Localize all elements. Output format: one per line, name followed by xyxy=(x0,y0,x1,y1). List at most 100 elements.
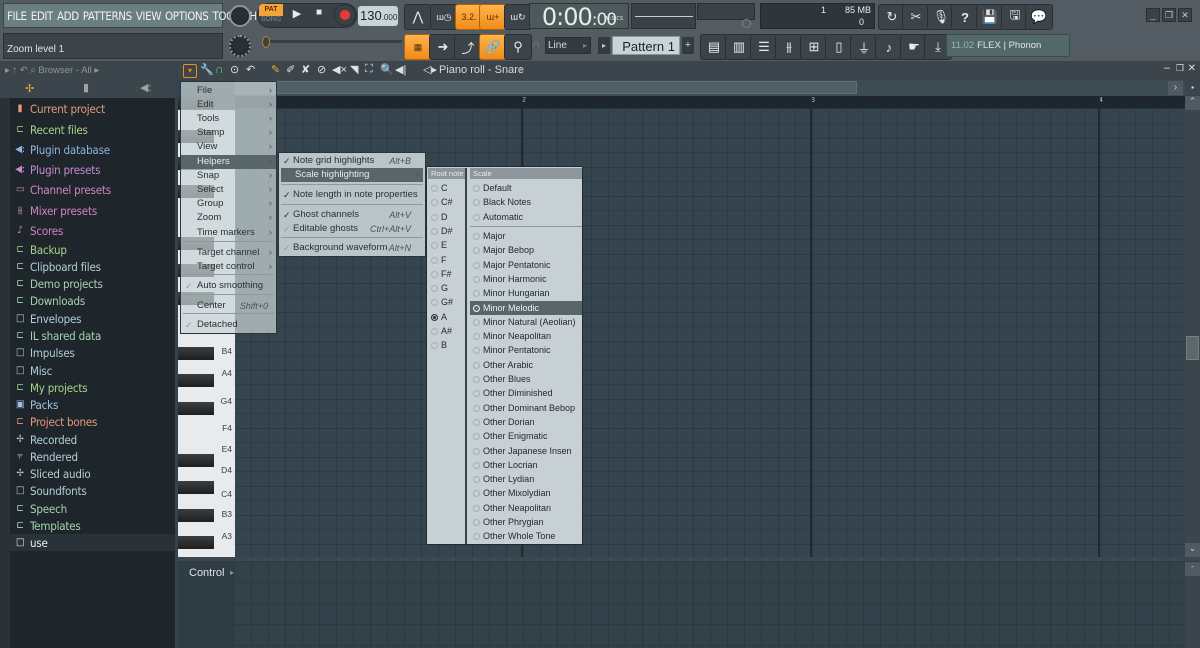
root-note-option[interactable]: A# xyxy=(431,324,452,338)
helper-item-note-grid-highlights[interactable]: ✓ Note grid highlights Alt+B xyxy=(279,154,425,168)
black-key[interactable] xyxy=(178,402,214,415)
mute-tool-icon[interactable]: ⊘ xyxy=(317,63,326,76)
root-note-option[interactable]: C# xyxy=(431,195,453,209)
close-window-icon[interactable]: ✕ xyxy=(1188,63,1196,74)
typing-keyboard-button[interactable]: ⚲ xyxy=(504,34,532,60)
scale-option[interactable]: Minor Melodic xyxy=(470,300,582,315)
wait-for-input-button[interactable]: ɯ◷ xyxy=(430,4,458,30)
menu-item-file[interactable]: File › xyxy=(181,84,276,98)
browser-item[interactable]: □ Misc xyxy=(14,362,52,379)
menu-item-tools[interactable]: Tools › xyxy=(181,112,276,126)
event-scrollbar[interactable]: - xyxy=(1185,562,1200,648)
scale-option[interactable]: Other Diminished xyxy=(470,386,582,400)
black-key[interactable] xyxy=(178,509,214,522)
helper-item-scale-highlighting[interactable]: Scale highlighting › xyxy=(281,168,423,182)
all-files-icon[interactable]: ✢ xyxy=(25,82,34,95)
menu-add[interactable]: ADD xyxy=(57,9,79,23)
playlist-button[interactable]: ▤ xyxy=(700,34,728,60)
magnet-icon[interactable]: ∩ xyxy=(215,62,224,76)
menu-options[interactable]: OPTIONS xyxy=(165,9,209,23)
browser-item[interactable]: ⊏ Clipboard files xyxy=(14,258,101,275)
root-note-option[interactable]: C xyxy=(431,181,448,195)
root-note-option[interactable]: G# xyxy=(431,295,453,309)
restore-window-icon[interactable]: ❐ xyxy=(1176,63,1184,74)
minimize-window-icon[interactable]: – xyxy=(1164,62,1170,74)
root-note-option[interactable]: B xyxy=(431,338,447,352)
root-note-option[interactable]: A xyxy=(431,310,447,324)
link-button[interactable]: 🔗 xyxy=(479,34,507,60)
tempo-tapper-button[interactable]: ♪ xyxy=(875,34,903,60)
scale-option[interactable]: Other Arabic xyxy=(470,358,582,372)
browser-item[interactable]: ✢ Sliced audio xyxy=(14,465,90,482)
menu-item-time-markers[interactable]: Time markers › xyxy=(181,226,276,240)
vertical-scroll-thumb[interactable] xyxy=(1186,336,1199,360)
play-icon[interactable]: ▶ xyxy=(287,7,307,25)
root-note-option[interactable]: D xyxy=(431,210,448,224)
wrench-icon[interactable]: 🔧 xyxy=(200,63,214,76)
scale-option[interactable]: Minor Hungarian xyxy=(470,286,582,300)
delete-tool-icon[interactable]: ✘ xyxy=(301,63,310,76)
menu-patterns[interactable]: PATTERNS xyxy=(83,9,132,23)
browser-item[interactable]: ⊏ Project bones xyxy=(14,413,97,430)
helper-item-background-waveform[interactable]: ✓ Background waveform Alt+N xyxy=(279,241,425,255)
tempo-display[interactable]: 130.000 xyxy=(358,6,398,26)
menu-edit[interactable]: EDIT xyxy=(31,9,54,23)
menu-item-edit[interactable]: Edit › xyxy=(181,98,276,112)
menu-item-target-channel[interactable]: Target channel › xyxy=(181,246,276,260)
root-note-option[interactable]: F# xyxy=(431,267,452,281)
menu-item-snap[interactable]: Snap › xyxy=(181,169,276,183)
browser-item[interactable]: ⫵ Mixer presets xyxy=(14,202,97,219)
browser-item[interactable]: ⊏ Demo projects xyxy=(14,275,103,292)
scale-option[interactable]: Major Bebop xyxy=(470,243,582,257)
vertical-scrollbar[interactable]: ⌃ ⌄ xyxy=(1185,96,1200,557)
pencil-icon[interactable]: ✎ xyxy=(271,63,280,76)
scale-option[interactable]: Major xyxy=(470,229,582,243)
browser-item[interactable]: ▭ Channel presets xyxy=(14,181,111,198)
root-note-option[interactable]: F xyxy=(431,253,447,267)
browser-item[interactable]: ⊏ Backup xyxy=(14,241,67,258)
browser-item[interactable]: □ Soundfonts xyxy=(14,482,87,499)
menu-file[interactable]: FILE xyxy=(7,9,27,23)
black-key[interactable] xyxy=(178,536,214,549)
browser-item[interactable]: ⊏ Speech xyxy=(14,500,67,517)
browser-item[interactable]: ⊏ Downloads xyxy=(14,292,85,309)
pat-mode-button[interactable]: PAT xyxy=(259,4,283,16)
master-slider-track[interactable] xyxy=(262,40,402,43)
minimize-button[interactable]: _ xyxy=(1146,8,1160,22)
chat-button[interactable]: 💬 xyxy=(1025,4,1053,30)
plugin-database-icon[interactable]: ◀: xyxy=(140,81,152,94)
browser-item[interactable]: ✢ Recorded xyxy=(14,431,77,448)
select-tool-icon[interactable]: ⛶ xyxy=(365,63,373,76)
browser-item[interactable]: ◀: Plugin database xyxy=(14,141,110,158)
master-slider-handle[interactable] xyxy=(262,36,270,48)
scale-option[interactable]: Other Japanese Insen xyxy=(470,444,582,458)
slice-mute-icon[interactable]: ◀× xyxy=(332,63,347,76)
scale-option[interactable]: Other Lydian xyxy=(470,472,582,486)
piano-roll-snap-button[interactable]: ▦ xyxy=(404,34,432,60)
scale-option[interactable]: Default xyxy=(470,181,582,195)
paint-brush-icon[interactable]: ✐ xyxy=(286,63,295,76)
project-button[interactable]: ▯ xyxy=(825,34,853,60)
zoom-tool-icon[interactable]: 🔍 xyxy=(380,63,394,76)
velocity-lane[interactable] xyxy=(235,562,1185,648)
scale-option[interactable]: Black Notes xyxy=(470,195,582,209)
browser-item[interactable]: □ Impulses xyxy=(14,344,75,361)
horizontal-scroll-thumb[interactable] xyxy=(235,81,857,94)
master-volume-knob[interactable] xyxy=(229,5,251,27)
scale-option[interactable]: Other Dominant Bebop xyxy=(470,401,582,415)
plugin-picker-button[interactable]: ⏚ xyxy=(850,34,878,60)
scale-option[interactable]: Other Blues xyxy=(470,372,582,386)
blend-recording-button[interactable]: ɯ+ xyxy=(479,4,507,30)
timeline-ruler[interactable]: 2 3 4 xyxy=(235,96,1185,109)
scale-option[interactable]: Other Locrian xyxy=(470,458,582,472)
scale-option[interactable]: Minor Harmonic xyxy=(470,272,582,286)
master-pitch-knob[interactable] xyxy=(229,35,251,57)
browser-item[interactable]: ⊏ My projects xyxy=(14,379,87,396)
menu-item-group[interactable]: Group › xyxy=(181,197,276,211)
metronome-button[interactable]: ⋀ xyxy=(404,4,432,30)
helper-item-ghost-channels[interactable]: ✓ Ghost channels Alt+V xyxy=(279,208,425,222)
menu-item-view[interactable]: View › xyxy=(181,140,276,154)
stop-icon[interactable]: ■ xyxy=(309,7,329,25)
menu-item-detached[interactable]: ✓ Detached xyxy=(181,318,276,332)
helper-item-editable-ghosts[interactable]: ✓ Editable ghosts Ctrl+Alt+V xyxy=(279,222,425,236)
